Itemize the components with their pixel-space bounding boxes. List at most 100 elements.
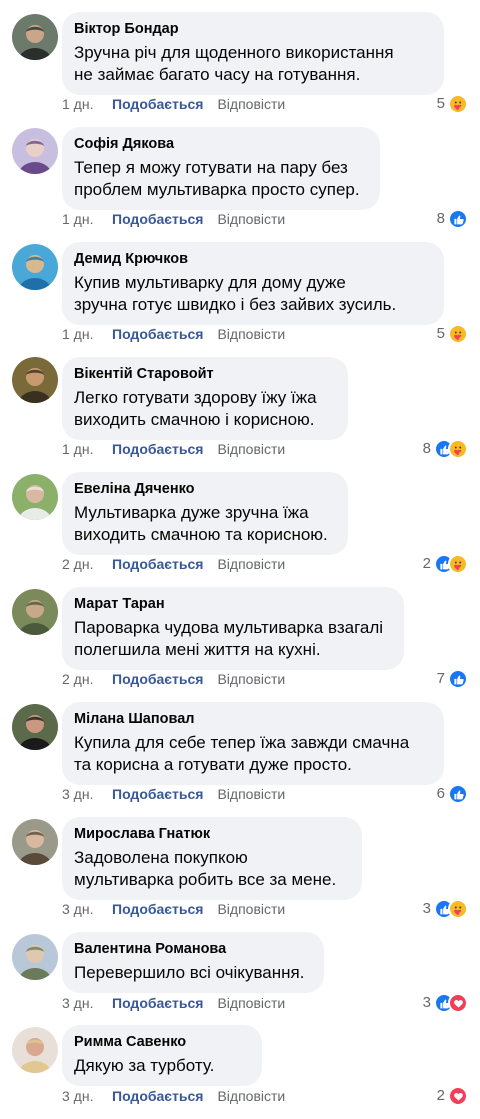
comment-author[interactable]: Евеліна Дяченко [74,480,335,499]
comment-actions: 2 дн. Подобається Відповісти [62,670,285,688]
reply-button[interactable]: Відповісти [217,786,285,802]
like-button[interactable]: Подобається [112,326,203,342]
avatar[interactable] [12,934,58,980]
love-icon [448,1086,468,1106]
avatar[interactable] [12,128,58,174]
comment-timestamp[interactable]: 3 дн. [62,1087,112,1105]
comment-timestamp[interactable]: 3 дн. [62,785,112,803]
reaction-count: 2 [436,1087,445,1104]
like-button[interactable]: Подобається [112,556,203,572]
like-button[interactable]: Подобається [112,995,203,1011]
comment-text: Зручна річ для щоденного використання не… [74,43,394,84]
comment-text: Легко готувати здорову їжу їжа виходить … [74,388,317,429]
reaction-count: 5 [436,325,445,342]
comment-bubble: Марат Таран Пароварка чудова мультиварка … [62,587,404,670]
reply-button[interactable]: Відповісти [217,1088,285,1104]
reactions-summary[interactable]: 6 [437,784,468,804]
reaction-count: 3 [422,900,431,917]
avatar[interactable] [12,1027,58,1073]
comment-timestamp[interactable]: 1 дн. [62,440,112,458]
comment-actions: 1 дн. Подобається Відповісти [62,440,285,458]
reactions-summary[interactable]: 5 [437,94,468,114]
reaction-count: 5 [436,95,445,112]
like-button[interactable]: Подобається [112,1088,203,1104]
avatar[interactable] [12,474,58,520]
reaction-count: 2 [422,555,431,572]
reaction-count: 8 [422,440,431,457]
reactions-summary[interactable]: 3 [423,899,468,919]
avatar[interactable] [12,589,58,635]
comment-bubble: Мілана Шаповал Купила для себе тепер їжа … [62,702,444,785]
reply-button[interactable]: Відповісти [217,96,285,112]
comment-bubble: Віктор Бондар Зручна річ для щоденного ви… [62,12,444,95]
care-icon [448,554,468,574]
comment-timestamp[interactable]: 3 дн. [62,900,112,918]
like-icon [448,784,468,804]
like-button[interactable]: Подобається [112,96,203,112]
reply-button[interactable]: Відповісти [217,211,285,227]
comment-actions: 3 дн. Подобається Відповісти [62,900,285,918]
like-button[interactable]: Подобається [112,901,203,917]
comment-author[interactable]: Віктор Бондар [74,20,431,39]
comment-timestamp[interactable]: 1 дн. [62,210,112,228]
comment-author[interactable]: Марат Таран [74,595,391,614]
like-button[interactable]: Подобається [112,786,203,802]
avatar[interactable] [12,244,58,290]
comment-timestamp[interactable]: 2 дн. [62,555,112,573]
avatar[interactable] [12,14,58,60]
comment-actions: 3 дн. Подобається Відповісти [62,785,285,803]
avatar[interactable] [12,704,58,750]
comment-text: Мультиварка дуже зручна їжа виходить сма… [74,503,328,544]
comment-timestamp[interactable]: 1 дн. [62,95,112,113]
reactions-summary[interactable]: 8 [423,439,468,459]
comment-actions: 1 дн. Подобається Відповісти [62,210,285,228]
comment-author[interactable]: Римма Савенко [74,1033,249,1052]
reactions-summary[interactable]: 2 [423,554,468,574]
comment-author[interactable]: Валентина Романова [74,940,311,959]
like-button[interactable]: Подобається [112,671,203,687]
comment-text: Купила для себе тепер їжа завжди смачна … [74,733,410,774]
reply-button[interactable]: Відповісти [217,901,285,917]
reply-button[interactable]: Відповісти [217,326,285,342]
comment-text: Купив мультиварку для дому дуже зручна г… [74,273,397,314]
comment-author[interactable]: Софія Дякова [74,135,367,154]
love-icon [448,993,468,1013]
comment-actions: 1 дн. Подобається Відповісти [62,95,285,113]
reply-button[interactable]: Відповісти [217,441,285,457]
avatar[interactable] [12,819,58,865]
comment-author[interactable]: Вікентій Старовойт [74,365,335,384]
reactions-summary[interactable]: 2 [437,1086,468,1106]
comment-bubble: Евеліна Дяченко Мультиварка дуже зручна ї… [62,472,348,555]
reactions-summary[interactable]: 5 [437,324,468,344]
care-icon [448,439,468,459]
comment-bubble: Демид Крючков Купив мультиварку для дому … [62,242,444,325]
like-icon [448,669,468,689]
comment-actions: 3 дн. Подобається Відповісти [62,1087,285,1105]
care-icon [448,899,468,919]
care-icon [448,324,468,344]
reactions-summary[interactable]: 3 [423,993,468,1013]
reply-button[interactable]: Відповісти [217,671,285,687]
comment-bubble: Мирослава Гнатюк Задоволена покупкою муль… [62,817,362,900]
comment-text: Пароварка чудова мультиварка взагалі пол… [74,618,384,659]
comment-actions: 2 дн. Подобається Відповісти [62,555,285,573]
comment-text: Дякую за турботу. [74,1056,215,1075]
comment-author[interactable]: Мирослава Гнатюк [74,825,349,844]
comment-bubble: Римма Савенко Дякую за турботу. [62,1025,262,1086]
avatar[interactable] [12,357,58,403]
comment-text: Задоволена покупкою мультиварка робить в… [74,848,337,889]
reply-button[interactable]: Відповісти [217,556,285,572]
comments-list: Віктор Бондар Зручна річ для щоденного ви… [0,0,480,1119]
comment-author[interactable]: Мілана Шаповал [74,710,431,729]
comment-actions: 3 дн. Подобається Відповісти [62,994,285,1012]
like-button[interactable]: Подобається [112,441,203,457]
comment-text: Перевершило всі очікування. [74,963,305,982]
comment-timestamp[interactable]: 2 дн. [62,670,112,688]
comment-timestamp[interactable]: 1 дн. [62,325,112,343]
comment-author[interactable]: Демид Крючков [74,250,431,269]
reactions-summary[interactable]: 7 [437,669,468,689]
like-button[interactable]: Подобається [112,211,203,227]
reply-button[interactable]: Відповісти [217,995,285,1011]
comment-timestamp[interactable]: 3 дн. [62,994,112,1012]
reactions-summary[interactable]: 8 [437,209,468,229]
